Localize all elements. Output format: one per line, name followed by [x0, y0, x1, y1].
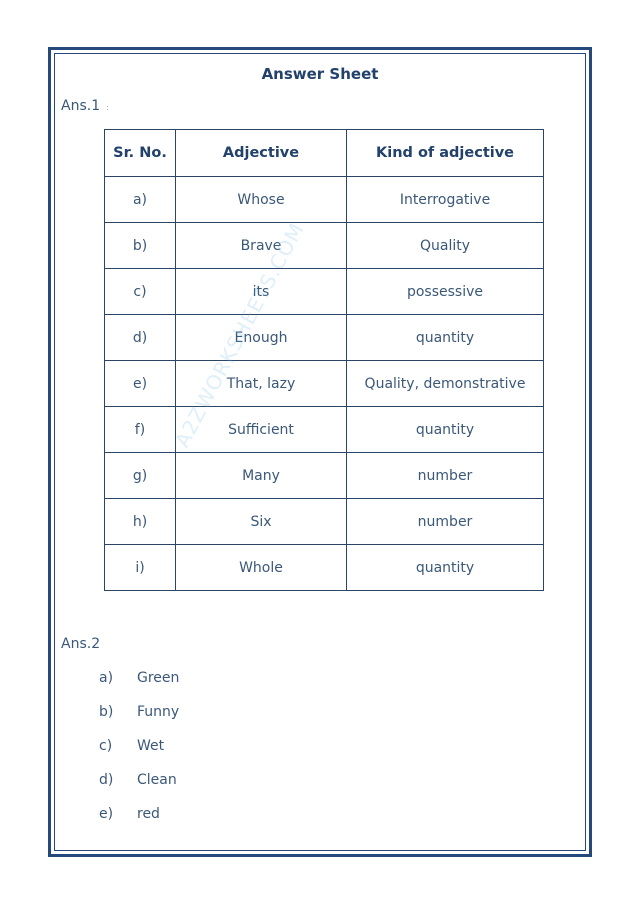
table-row: f) Sufficient quantity	[104, 406, 544, 453]
sr-cell: f)	[104, 406, 176, 453]
list-item-value: red	[137, 806, 160, 822]
adjective-cell: Brave	[175, 222, 347, 269]
kind-cell: number	[346, 498, 544, 545]
adjective-cell: its	[175, 268, 347, 315]
list-item-key: b)	[99, 704, 114, 720]
table-row: i) Whole quantity	[104, 544, 544, 591]
table-row: a) Whose Interrogative	[104, 176, 544, 223]
header-sr-no: Sr. No.	[104, 129, 176, 177]
list-item-value: Funny	[137, 704, 180, 720]
kind-cell: Quality, demonstrative	[346, 360, 544, 407]
adjective-cell: Whose	[175, 176, 347, 223]
list-item-key: a)	[99, 670, 114, 686]
table-header-row: Sr. No. Adjective Kind of adjective	[104, 129, 544, 177]
table-row: h) Six number	[104, 498, 544, 545]
list-item: c) Wet	[99, 738, 179, 772]
adjective-table: Sr. No. Adjective Kind of adjective a) Wh…	[104, 129, 544, 591]
adjective-cell: Enough	[175, 314, 347, 361]
table-row: e) That, lazy Quality, demonstrative	[104, 360, 544, 407]
list-item-key: c)	[99, 738, 113, 754]
answer-1-label-text: Ans.1	[61, 98, 101, 114]
table-row: c) its possessive	[104, 268, 544, 315]
adjective-cell: Whole	[175, 544, 347, 591]
kind-cell: quantity	[346, 544, 544, 591]
table-row: g) Many number	[104, 452, 544, 499]
list-item-key: e)	[99, 806, 114, 822]
adjective-cell: That, lazy	[175, 360, 347, 407]
list-item: a) Green	[99, 670, 179, 704]
list-item: b) Funny	[99, 704, 179, 738]
adjective-cell: Sufficient	[175, 406, 347, 453]
list-item: d) Clean	[99, 772, 179, 806]
list-item: e) red	[99, 806, 179, 840]
sr-cell: h)	[104, 498, 176, 545]
table-row: b) Brave Quality	[104, 222, 544, 269]
list-item-value: Wet	[137, 738, 165, 754]
kind-cell: Interrogative	[346, 176, 544, 223]
adjective-cell: Many	[175, 452, 347, 499]
list-item-value: Green	[137, 670, 180, 686]
answer-2-label: Ans.2	[61, 636, 101, 652]
answer-2-list: a) Green b) Funny c) Wet d) Clean e) red	[99, 670, 179, 840]
adjective-cell: Six	[175, 498, 347, 545]
sr-cell: i)	[104, 544, 176, 591]
table-row: d) Enough quantity	[104, 314, 544, 361]
kind-cell: quantity	[346, 314, 544, 361]
header-adjective: Adjective	[175, 129, 347, 177]
header-kind: Kind of adjective	[346, 129, 544, 177]
sr-cell: g)	[104, 452, 176, 499]
page-border: Answer Sheet Ans.1: Sr. No. Adjective Ki…	[48, 47, 592, 857]
list-item-value: Clean	[137, 772, 177, 788]
list-item-key: d)	[99, 772, 114, 788]
page-title: Answer Sheet	[261, 65, 379, 83]
answer-1-label: Ans.1:	[61, 98, 109, 114]
inner-border: Answer Sheet Ans.1: Sr. No. Adjective Ki…	[54, 53, 586, 851]
sr-cell: a)	[104, 176, 176, 223]
kind-cell: possessive	[346, 268, 544, 315]
sr-cell: e)	[104, 360, 176, 407]
answer-1-label-dot: :	[106, 103, 109, 112]
sr-cell: b)	[104, 222, 176, 269]
kind-cell: Quality	[346, 222, 544, 269]
kind-cell: number	[346, 452, 544, 499]
sr-cell: c)	[104, 268, 176, 315]
sr-cell: d)	[104, 314, 176, 361]
kind-cell: quantity	[346, 406, 544, 453]
